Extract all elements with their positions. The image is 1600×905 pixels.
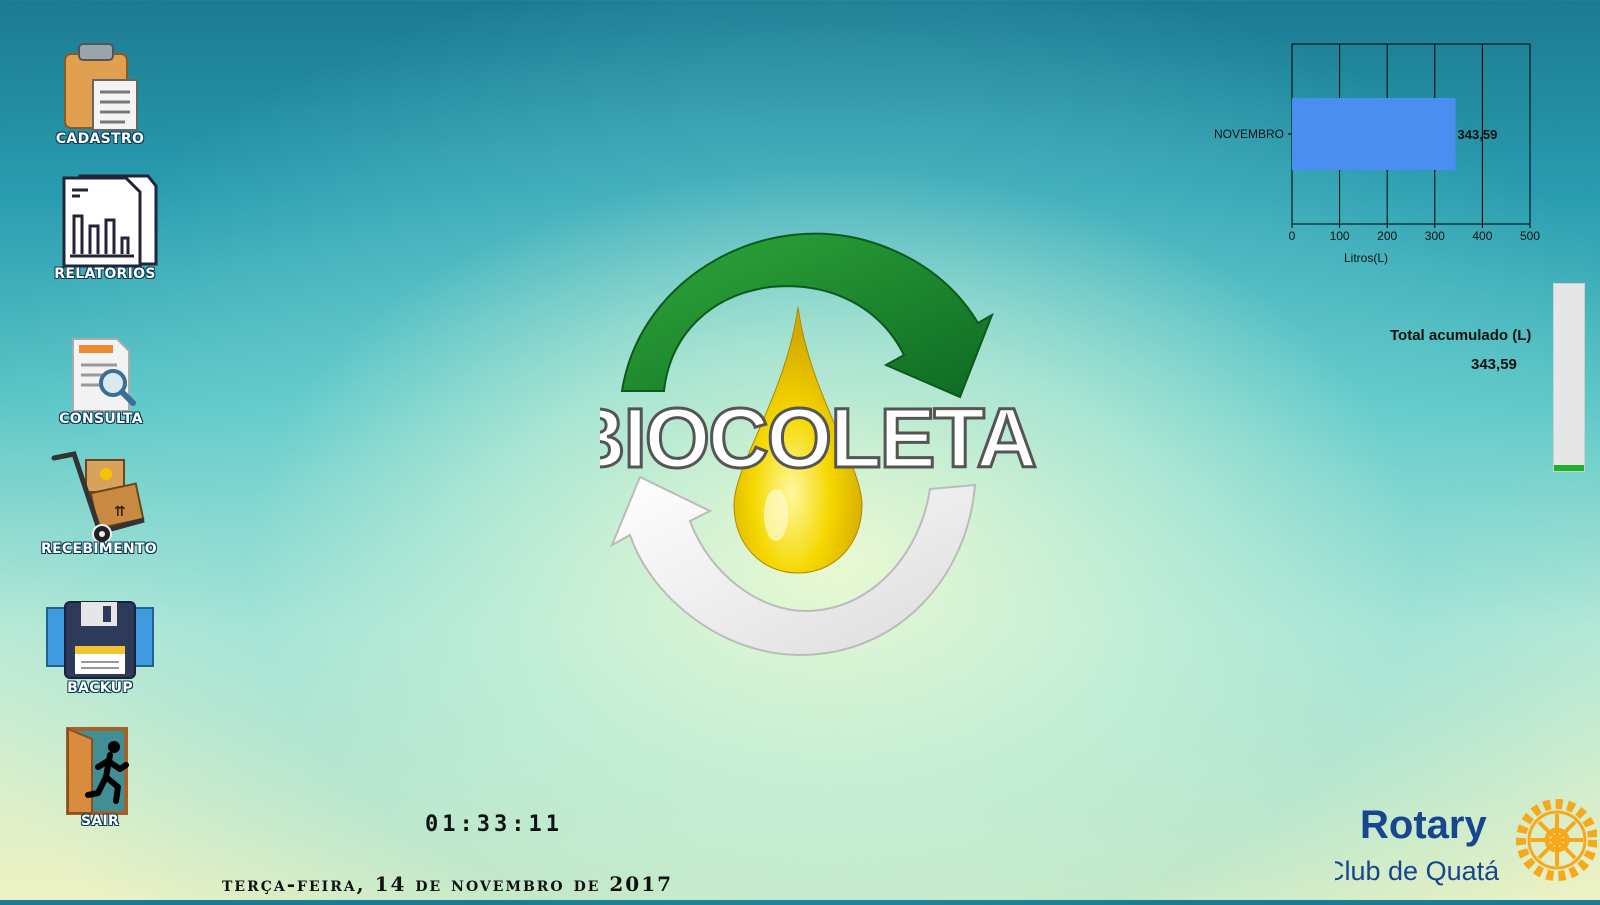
rotary-brand: Rotary Club de Quatá: [1325, 790, 1598, 900]
relatorios-label: RELATORIOS: [54, 266, 156, 282]
bar: [1292, 98, 1456, 170]
total-progress-fill: [1554, 465, 1584, 471]
data-label: 343,59: [1458, 127, 1498, 142]
exit-door-icon: [66, 727, 129, 815]
recycle-oil-drop-icon: BIOCOLETA: [563, 232, 1039, 657]
total-label: Total acumulado (L): [1390, 327, 1532, 344]
hand-truck-icon: ⇈: [51, 451, 145, 544]
backup-button[interactable]: BACKUP: [35, 598, 165, 696]
recebimento-button[interactable]: ⇈ RECEBIMENTO: [34, 450, 164, 557]
floppy-disk-icon: [46, 601, 154, 679]
backup-label: BACKUP: [67, 680, 133, 696]
rotary-subtitle: Club de Quatá: [1335, 856, 1500, 886]
sair-button[interactable]: SAIR: [35, 725, 165, 829]
rotary-wheel-icon: [1516, 799, 1598, 881]
total-value: 343,59: [1471, 356, 1517, 373]
biocoleta-logo: BIOCOLETA: [563, 215, 1040, 675]
clipboard-icon: [64, 43, 138, 131]
sair-label: SAIR: [80, 813, 120, 829]
consulta-button[interactable]: CONSULTA: [36, 335, 166, 427]
x-tick-label: 300: [1425, 229, 1445, 243]
chart-svg: 0 100 200 300 400 500 NOVEMBRO 343,59 Litros(L): [1214, 43, 1540, 265]
recebimento-label: RECEBIMENTO: [40, 541, 158, 557]
date: terça-feira, 14 de novembro de 2017: [222, 872, 674, 896]
category-label: NOVEMBRO: [1214, 127, 1284, 141]
report-chart-icon: [62, 174, 158, 268]
relatorios-button[interactable]: RELATORIOS: [40, 172, 170, 282]
logo-text: BIOCOLETA: [600, 391, 1036, 485]
x-tick-label: 400: [1472, 229, 1492, 243]
clock: 01:33:11: [425, 812, 563, 837]
total-progress-bar: [1553, 283, 1585, 472]
x-axis-label: Litros(L): [1344, 251, 1388, 265]
x-tick-label: 0: [1289, 229, 1296, 243]
svg-text:⇈: ⇈: [114, 504, 126, 520]
x-tick-label: 500: [1520, 229, 1540, 243]
consulta-label: CONSULTA: [59, 411, 143, 427]
cadastro-button[interactable]: CADASTRO: [35, 40, 165, 147]
monthly-liters-chart: 0 100 200 300 400 500 NOVEMBRO 343,59 Litros(L): [1200, 30, 1580, 280]
cadastro-label: CADASTRO: [55, 131, 145, 147]
x-tick-label: 200: [1377, 229, 1397, 243]
document-search-icon: [72, 338, 136, 412]
x-tick-label: 100: [1330, 229, 1350, 243]
rotary-name: Rotary: [1360, 803, 1487, 847]
